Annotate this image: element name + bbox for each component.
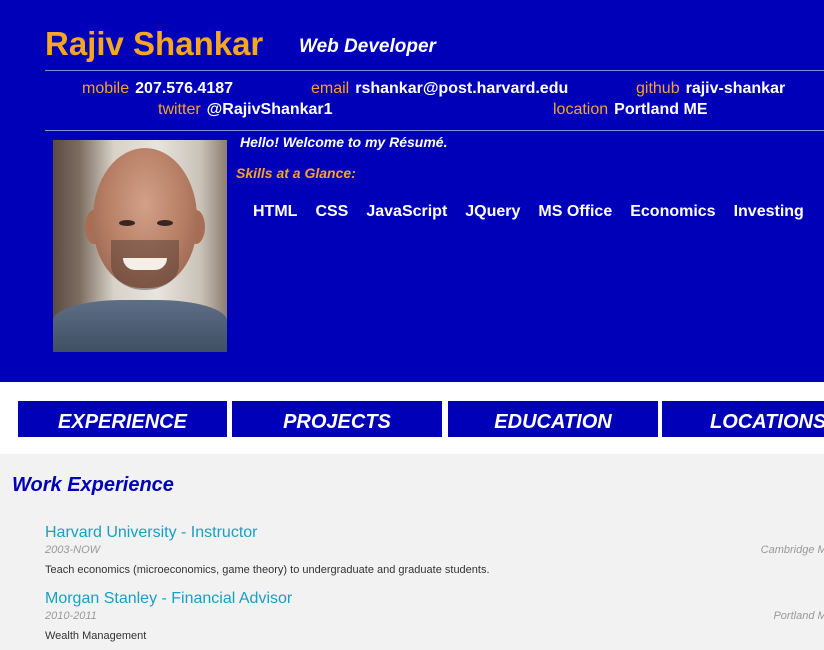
skill-item: Economics bbox=[630, 203, 716, 220]
skill-item: JQuery bbox=[465, 203, 521, 220]
contact-twitter-label: twitter bbox=[158, 101, 201, 118]
work-experience-heading: Work Experience bbox=[12, 474, 174, 496]
contact-location-value: Portland ME bbox=[614, 101, 708, 118]
job-description: Teach economics (microeconomics, game th… bbox=[45, 564, 490, 576]
work-experience-section: Work Experience Harvard University - Ins… bbox=[0, 454, 824, 650]
role-title: Web Developer bbox=[299, 36, 436, 57]
contact-location-label: location bbox=[553, 101, 609, 118]
header: Rajiv Shankar Web Developer mobile 207.57… bbox=[0, 0, 824, 382]
name-heading: Rajiv Shankar bbox=[45, 25, 264, 62]
nav-experience-button[interactable]: EXPERIENCE bbox=[18, 401, 227, 437]
contact-email[interactable]: email rshankar@post.harvard.edu bbox=[311, 80, 568, 98]
contact-mobile-label: mobile bbox=[82, 80, 130, 97]
contact-mobile-value: 207.576.4187 bbox=[135, 80, 234, 97]
contact-twitter[interactable]: twitter @RajivShankar1 bbox=[158, 101, 333, 119]
section-nav: EXPERIENCE PROJECTS EDUCATION LOCATIONS bbox=[0, 382, 824, 454]
contact-twitter-value: @RajivShankar1 bbox=[206, 101, 333, 118]
skills-list: HTML CSS JavaScript JQuery MS Office Eco… bbox=[253, 203, 822, 221]
nav-projects-button[interactable]: PROJECTS bbox=[232, 401, 442, 437]
job-title-link[interactable]: Harvard University - Instructor bbox=[45, 524, 258, 541]
skill-item: Investing bbox=[733, 203, 804, 220]
nav-education-button[interactable]: EDUCATION bbox=[448, 401, 658, 437]
header-bottom-rule bbox=[45, 130, 824, 131]
skills-heading: Skills at a Glance: bbox=[236, 165, 356, 181]
contact-github-value: rajiv-shankar bbox=[685, 80, 786, 97]
contact-location: location Portland ME bbox=[553, 101, 708, 119]
job-location: Cambridge MA bbox=[760, 544, 824, 556]
job-dates: 2003-NOW bbox=[45, 544, 101, 556]
contact-email-value: rshankar@post.harvard.edu bbox=[355, 80, 569, 97]
job-entry: Morgan Stanley - Financial Advisor 2010-… bbox=[45, 590, 824, 646]
skill-item: JavaScript bbox=[366, 203, 448, 220]
profile-photo bbox=[53, 140, 227, 352]
job-entry: Harvard University - Instructor 2003-NOW… bbox=[45, 524, 824, 580]
skill-item: CSS bbox=[315, 203, 349, 220]
welcome-message: Hello! Welcome to my Résumé. bbox=[240, 134, 448, 150]
job-title-link[interactable]: Morgan Stanley - Financial Advisor bbox=[45, 590, 292, 607]
contact-github[interactable]: github rajiv-shankar bbox=[636, 80, 785, 98]
header-top-rule bbox=[45, 70, 824, 71]
job-dates: 2010-2011 bbox=[45, 610, 97, 622]
contact-email-label: email bbox=[311, 80, 350, 97]
skill-item: HTML bbox=[253, 203, 298, 220]
contact-github-label: github bbox=[636, 80, 680, 97]
job-location: Portland ME bbox=[773, 610, 824, 622]
contact-mobile[interactable]: mobile 207.576.4187 bbox=[82, 80, 233, 98]
job-description: Wealth Management bbox=[45, 630, 147, 642]
skill-item: MS Office bbox=[538, 203, 613, 220]
nav-locations-button[interactable]: LOCATIONS bbox=[662, 401, 824, 437]
